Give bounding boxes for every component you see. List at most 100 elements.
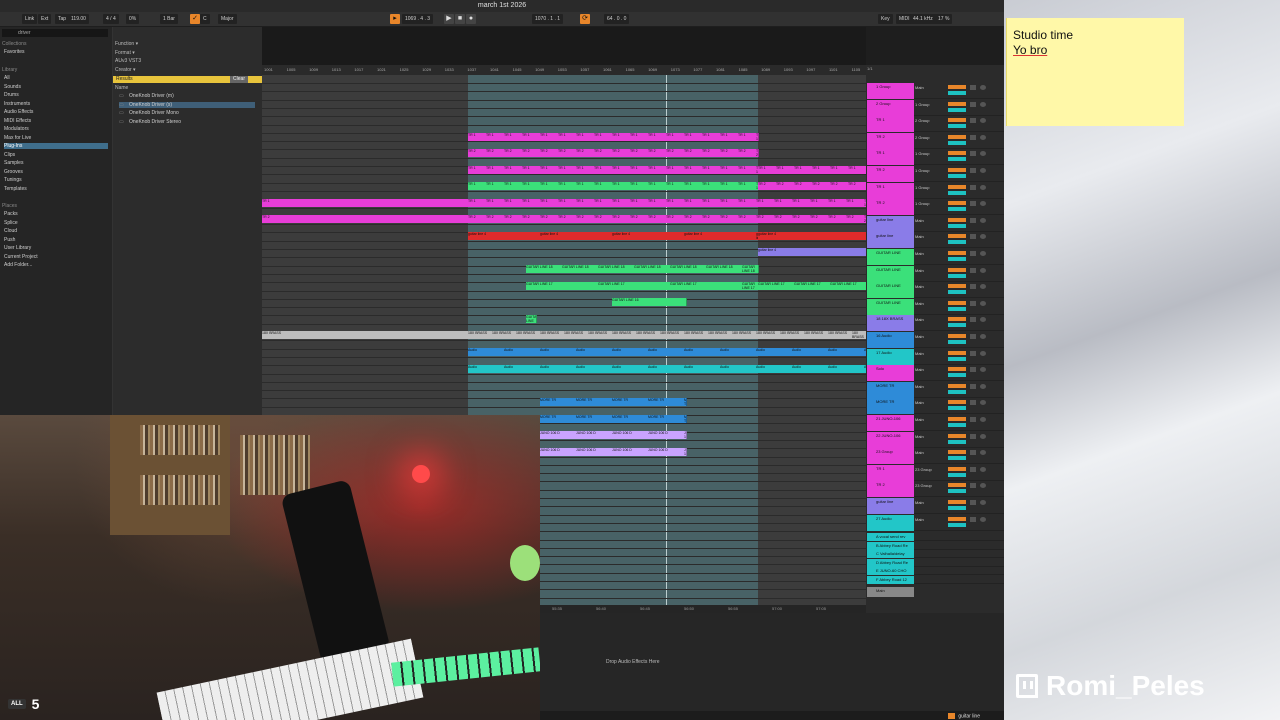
output-routing[interactable]: Main: [915, 367, 924, 372]
output-routing[interactable]: Main: [915, 234, 924, 239]
volume-field[interactable]: [948, 85, 966, 89]
audio-clip[interactable]: JUNO 106 D: [684, 448, 687, 456]
track-name[interactable]: 21 JUNO-106: [867, 415, 914, 431]
audio-clip[interactable]: 18X BRASS: [540, 331, 565, 339]
volume-field[interactable]: [948, 134, 966, 139]
audio-clip[interactable]: TR 1: [576, 166, 595, 174]
audio-clip[interactable]: TR 1: [576, 133, 595, 141]
audio-clip[interactable]: 18X BRASS: [262, 331, 469, 339]
audio-clip[interactable]: JUNO 106 D: [648, 431, 685, 439]
solo-button[interactable]: [970, 134, 976, 140]
arm-button[interactable]: [980, 500, 986, 505]
audio-clip[interactable]: TR 1: [684, 199, 703, 207]
scale-menu[interactable]: Major: [218, 14, 237, 24]
arm-button[interactable]: [980, 367, 986, 373]
audio-clip[interactable]: guitar line 4: [540, 232, 613, 240]
audio-clip[interactable]: 18X BRASS: [852, 331, 866, 339]
audio-clip[interactable]: TR 2: [846, 215, 865, 223]
track-name[interactable]: guitar line: [867, 498, 914, 514]
audio-clip[interactable]: TR 1: [262, 199, 469, 207]
audio-clip[interactable]: TR 2: [612, 215, 631, 223]
output-routing[interactable]: Main: [915, 334, 924, 339]
volume-field[interactable]: [948, 400, 966, 405]
audio-clip[interactable]: TR 1: [684, 182, 703, 190]
audio-clip[interactable]: TR 1: [702, 182, 721, 190]
track-name[interactable]: TR 1: [867, 149, 914, 166]
solo-button[interactable]: [970, 417, 976, 422]
audio-clip[interactable]: TR 2: [758, 182, 777, 190]
audio-clip[interactable]: TR 1: [720, 166, 739, 174]
track-name[interactable]: guitar line: [867, 215, 914, 232]
audio-clip[interactable]: TR 2: [576, 149, 595, 157]
volume-field[interactable]: [948, 466, 966, 471]
solo-button[interactable]: [970, 267, 976, 273]
track-name[interactable]: TR 2: [867, 481, 914, 498]
arm-button[interactable]: [980, 466, 986, 472]
audio-clip[interactable]: TR 1: [630, 182, 649, 190]
audio-clip[interactable]: 18X BRASS: [468, 331, 493, 339]
audio-clip[interactable]: 18X BRASS: [588, 331, 613, 339]
solo-button[interactable]: [970, 101, 976, 107]
arm-button[interactable]: [980, 267, 986, 273]
arm-button[interactable]: [980, 383, 986, 389]
audio-clip[interactable]: TR 1: [486, 133, 505, 141]
track-name[interactable]: 23 Group: [867, 448, 914, 465]
track-name[interactable]: 18 18X BRASS: [867, 315, 914, 332]
audio-clip[interactable]: GUITAR LINE 17: [758, 282, 795, 290]
solo-button[interactable]: [970, 433, 976, 439]
audio-clip[interactable]: TR 2: [468, 149, 487, 157]
audio-clip[interactable]: TR 1: [684, 166, 703, 174]
solo-button[interactable]: [970, 483, 976, 489]
library-item[interactable]: All: [4, 75, 10, 81]
volume-field[interactable]: [948, 334, 966, 338]
audio-clip[interactable]: 18X BRASS: [828, 331, 853, 339]
audio-clip[interactable]: MORE TR: [684, 415, 687, 423]
return-track-name[interactable]: B Abbey Road Re: [867, 541, 914, 550]
audio-clip[interactable]: TR 2: [812, 182, 831, 190]
places-item[interactable]: User Library: [4, 245, 31, 251]
audio-clip[interactable]: Audio: [720, 365, 757, 373]
audio-clip[interactable]: GUITAR LINE 18: [526, 265, 563, 273]
volume-field[interactable]: [948, 300, 966, 305]
audio-clip[interactable]: TR 1: [558, 166, 577, 174]
solo-button[interactable]: [970, 251, 976, 256]
audio-clip[interactable]: Audio: [684, 348, 721, 356]
favorites-item[interactable]: Favorites: [4, 49, 25, 55]
audio-clip[interactable]: TR 1: [702, 199, 721, 207]
audio-clip[interactable]: TR 1: [540, 182, 559, 190]
audio-clip[interactable]: TR 1: [630, 199, 649, 207]
audio-clip[interactable]: GUITAR LINE 18: [598, 265, 635, 273]
audio-clip[interactable]: TR 1: [558, 182, 577, 190]
output-routing[interactable]: Main: [915, 500, 924, 505]
clear-button[interactable]: Clear: [230, 76, 248, 83]
audio-clip[interactable]: 18X BRASS: [564, 331, 589, 339]
volume-field[interactable]: [948, 317, 966, 322]
audio-clip[interactable]: TR 1: [558, 199, 577, 207]
arm-button[interactable]: [980, 101, 986, 107]
audio-clip[interactable]: TR 1: [522, 199, 541, 207]
key-label[interactable]: C: [200, 14, 210, 24]
play-icon[interactable]: ▶: [444, 14, 454, 24]
audio-clip[interactable]: Audio: [540, 365, 577, 373]
groove-percent[interactable]: 0%: [126, 14, 140, 24]
audio-clip[interactable]: TR 1: [666, 133, 685, 141]
audio-clip[interactable]: Audio: [648, 348, 685, 356]
audio-clip[interactable]: TR 1: [812, 166, 831, 174]
audio-clip[interactable]: TR 2: [262, 215, 469, 223]
arm-button[interactable]: [980, 400, 986, 406]
audio-clip[interactable]: TR 2: [504, 149, 523, 157]
audio-clip[interactable]: TR 1: [720, 182, 739, 190]
drop-audio-effects-zone[interactable]: Drop Audio Effects Here: [606, 659, 660, 665]
audio-clip[interactable]: 18X BRASS: [516, 331, 541, 339]
audio-clip[interactable]: 18X BRASS: [804, 331, 829, 339]
solo-button[interactable]: [970, 500, 976, 505]
output-routing[interactable]: Main: [915, 351, 924, 356]
audio-clip[interactable]: TR 1: [576, 182, 595, 190]
audio-clip[interactable]: TR 1: [522, 182, 541, 190]
audio-clip[interactable]: Audio: [792, 365, 829, 373]
track-name[interactable]: TR 1: [867, 182, 914, 199]
sticky-note[interactable]: Studio time Yo bro: [1006, 18, 1184, 126]
key-toggle-icon[interactable]: ✓: [190, 14, 200, 24]
output-routing[interactable]: 23 Group: [915, 483, 932, 488]
volume-field[interactable]: [948, 500, 966, 504]
